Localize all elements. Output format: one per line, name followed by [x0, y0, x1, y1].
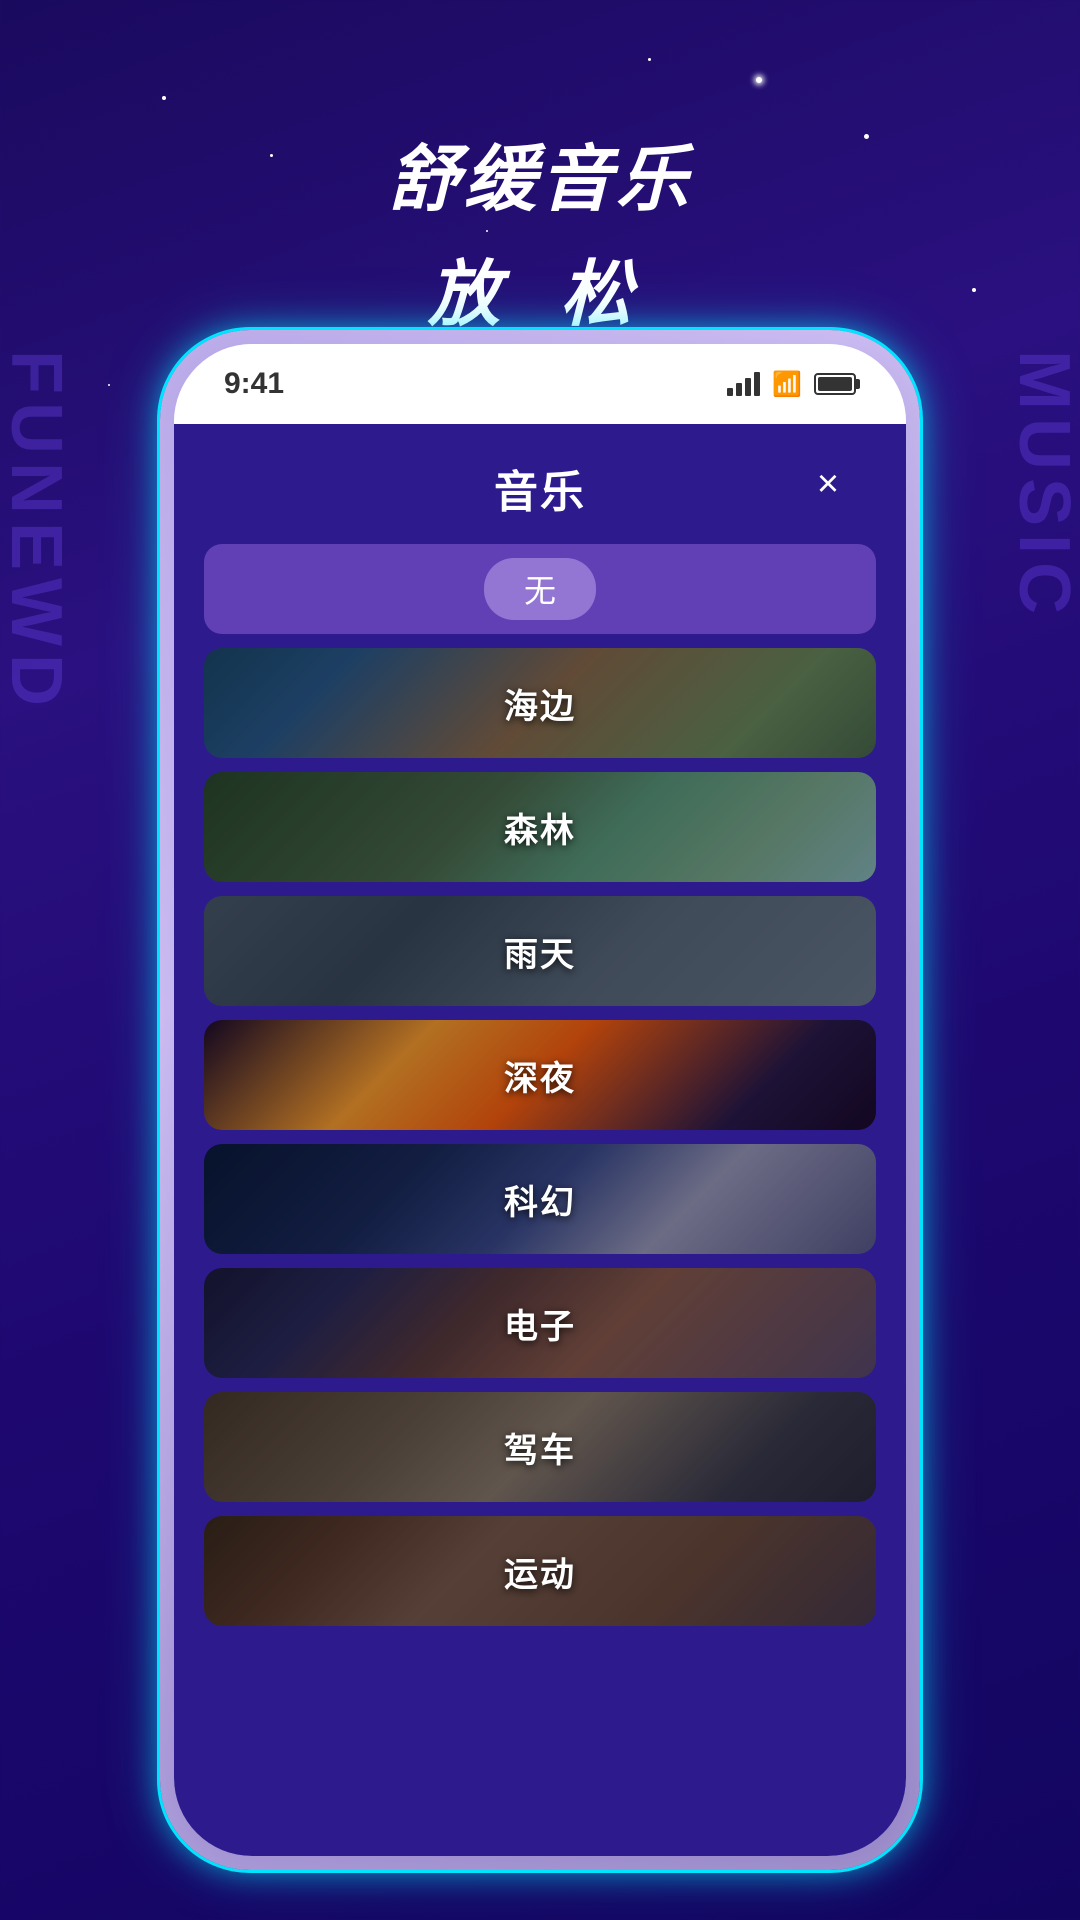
header-line2: 放 松 [0, 235, 1080, 340]
notch [430, 344, 650, 388]
none-badge: 无 [484, 558, 596, 620]
music-item-driving[interactable]: 驾车 [204, 1392, 876, 1502]
beach-label: 海边 [504, 679, 576, 728]
header-line1: 舒缓音乐 [0, 120, 1080, 225]
close-icon: × [817, 465, 839, 503]
status-icons: 📶 [727, 370, 856, 399]
wifi-icon: 📶 [772, 370, 802, 399]
scifi-label: 科幻 [504, 1175, 576, 1224]
music-item-scifi[interactable]: 科幻 [204, 1144, 876, 1254]
signal-icon [727, 372, 760, 396]
close-button[interactable]: × [800, 456, 856, 512]
sports-label: 运动 [504, 1547, 576, 1596]
status-time: 9:41 [224, 367, 284, 401]
night-label: 深夜 [504, 1051, 576, 1100]
rain-label: 雨天 [504, 927, 576, 976]
none-label: 无 [524, 573, 556, 609]
music-item-forest[interactable]: 森林 [204, 772, 876, 882]
header-section: 舒缓音乐 放 松 [0, 120, 1080, 340]
phone-frame: 9:41 📶 音乐 [160, 330, 920, 1870]
forest-label: 森林 [504, 803, 576, 852]
phone-inner: 9:41 📶 音乐 [174, 344, 906, 1856]
app-title: 音乐 [494, 456, 586, 520]
music-item-electronic[interactable]: 电子 [204, 1268, 876, 1378]
app-content: 音乐 × 无 海边 [174, 424, 906, 1856]
music-item-beach[interactable]: 海边 [204, 648, 876, 758]
music-list: 无 海边 森林 雨天 [174, 544, 906, 1856]
app-header: 音乐 × [174, 424, 906, 544]
electronic-label: 电子 [504, 1299, 576, 1348]
music-item-none[interactable]: 无 [204, 544, 876, 634]
battery-icon [814, 373, 856, 395]
side-text-left: FUNEWD [0, 350, 72, 714]
side-text-right: MUSIC [1008, 350, 1080, 622]
status-bar: 9:41 📶 [174, 344, 906, 424]
music-item-rain[interactable]: 雨天 [204, 896, 876, 1006]
phone-outer: 9:41 📶 音乐 [160, 330, 920, 1870]
music-item-sports[interactable]: 运动 [204, 1516, 876, 1626]
driving-label: 驾车 [504, 1423, 576, 1472]
music-item-night[interactable]: 深夜 [204, 1020, 876, 1130]
